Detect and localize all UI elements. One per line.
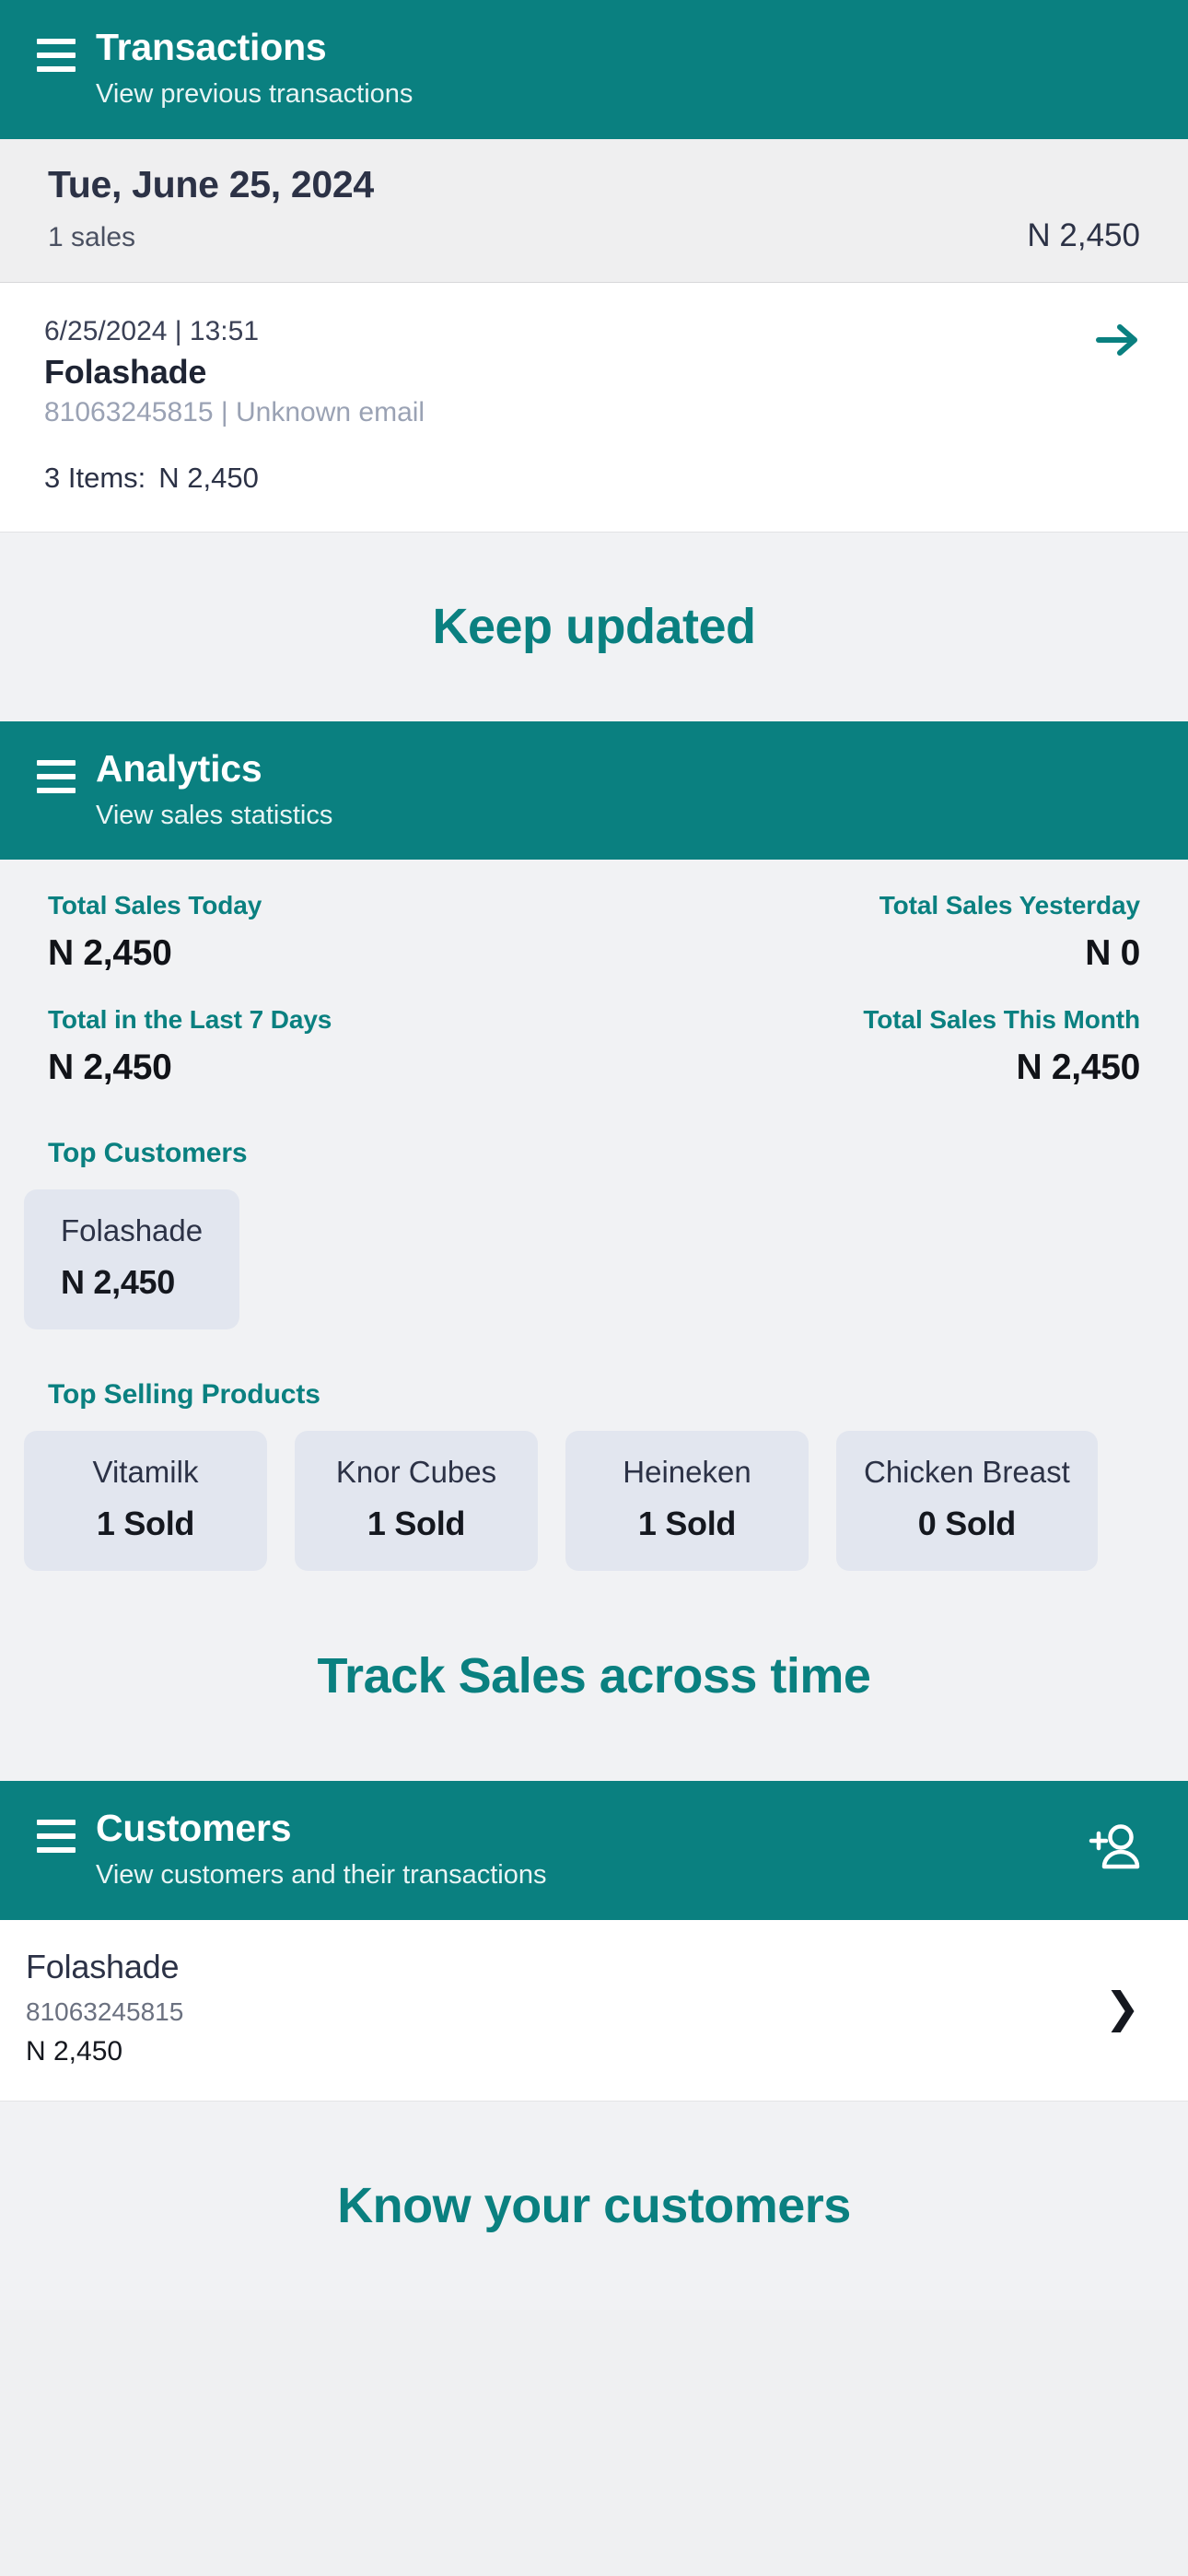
transaction-contact: 81063245815 | Unknown email	[44, 396, 425, 427]
transaction-date-total: N 2,450	[1027, 217, 1140, 253]
chevron-right-icon[interactable]: ❯	[1104, 1986, 1144, 2029]
transaction-items-summary: 3 Items: N 2,450	[44, 462, 1144, 495]
stat-label: Total Sales Yesterday	[879, 891, 1140, 919]
transactions-header-text: Transactions View previous transactions	[96, 24, 1151, 111]
hamburger-menu-icon[interactable]	[37, 759, 76, 793]
hamburger-bar	[37, 773, 76, 779]
customers-promo-banner: Know your customers	[0, 2101, 1188, 2310]
analytics-stats-grid: Total Sales Today N 2,450 Total Sales Ye…	[0, 891, 1188, 1088]
stat-value: N 2,450	[1016, 1048, 1141, 1087]
stat-total-last-7-days: Total in the Last 7 Days N 2,450	[48, 1005, 594, 1088]
top-product-value: 1 Sold	[637, 1505, 737, 1542]
hamburger-bar	[37, 1833, 76, 1839]
stat-value: N 2,450	[48, 1048, 172, 1087]
transaction-sales-count: 1 sales	[48, 221, 136, 252]
hamburger-menu-icon[interactable]	[37, 39, 76, 72]
top-customer-name: Folashade	[61, 1213, 204, 1247]
transaction-items-amount: N 2,450	[158, 461, 259, 494]
hamburger-menu-icon[interactable]	[37, 1820, 76, 1853]
customers-header: Customers View customers and their trans…	[0, 1781, 1188, 1920]
stat-label: Total Sales This Month	[863, 1005, 1140, 1034]
top-product-value: 1 Sold	[367, 1505, 466, 1542]
customers-title: Customers	[96, 1807, 292, 1849]
arrow-right-icon[interactable]	[1090, 316, 1146, 364]
top-product-name: Heineken	[623, 1455, 751, 1489]
customer-amount: N 2,450	[26, 2035, 123, 2067]
analytics-header: Analytics View sales statistics	[0, 720, 1188, 860]
analytics-body: Total Sales Today N 2,450 Total Sales Ye…	[0, 860, 1188, 1571]
customer-row[interactable]: Folashade 81063245815 N 2,450 ❯	[0, 1919, 1188, 2102]
transaction-row[interactable]: 6/25/2024 | 13:51 Folashade 81063245815 …	[0, 282, 1188, 533]
top-product-card[interactable]: Chicken Breast 0 Sold	[836, 1431, 1098, 1571]
hamburger-bar	[37, 787, 76, 793]
customers-promo-text: Know your customers	[337, 2177, 851, 2233]
stat-value: N 2,450	[48, 933, 172, 973]
customer-phone: 81063245815	[26, 1996, 184, 2026]
stat-total-sales-yesterday: Total Sales Yesterday N 0	[594, 891, 1141, 974]
hamburger-bar	[37, 66, 76, 72]
hamburger-bar	[37, 1820, 76, 1825]
transactions-promo-banner: Keep updated	[0, 532, 1188, 721]
top-product-card[interactable]: Heineken 1 Sold	[565, 1431, 809, 1571]
transactions-promo-text: Keep updated	[432, 599, 756, 654]
stat-total-sales-this-month: Total Sales This Month N 2,450	[594, 1005, 1140, 1088]
hamburger-bar	[37, 39, 76, 44]
analytics-title: Analytics	[96, 746, 262, 790]
top-product-value: 0 Sold	[917, 1505, 1017, 1542]
transaction-items-label: 3 Items:	[44, 461, 146, 494]
top-product-card[interactable]: Vitamilk 1 Sold	[24, 1431, 267, 1571]
top-product-card[interactable]: Knor Cubes 1 Sold	[295, 1431, 538, 1571]
hamburger-bar	[37, 53, 76, 58]
analytics-promo-banner: Track Sales across time	[0, 1571, 1188, 1781]
top-products-list[interactable]: Vitamilk 1 Sold Knor Cubes 1 Sold Heinek…	[0, 1431, 1188, 1571]
top-customers-list: Folashade N 2,450	[0, 1189, 1188, 1329]
analytics-promo-text: Track Sales across time	[317, 1648, 871, 1704]
hamburger-bar	[37, 759, 76, 766]
analytics-subtitle: View sales statistics	[96, 800, 333, 830]
transaction-date-group: Tue, June 25, 2024 1 sales N 2,450	[0, 138, 1188, 283]
customers-header-text: Customers View customers and their trans…	[96, 1805, 1065, 1892]
add-user-icon[interactable]	[1079, 1812, 1151, 1884]
top-product-name: Vitamilk	[92, 1455, 199, 1489]
top-product-name: Knor Cubes	[335, 1455, 497, 1489]
transaction-date-summary: 1 sales N 2,450	[48, 217, 1140, 254]
top-product-name: Chicken Breast	[864, 1455, 1070, 1489]
stat-label: Total Sales Today	[48, 891, 262, 919]
stat-value: N 0	[1085, 933, 1140, 973]
transactions-subtitle: View previous transactions	[96, 79, 413, 110]
app-screen: Transactions View previous transactions …	[0, 0, 1188, 2576]
customer-name: Folashade	[26, 1947, 180, 1985]
customers-subtitle: View customers and their transactions	[96, 1860, 547, 1891]
top-product-value: 1 Sold	[96, 1505, 195, 1542]
hamburger-bar	[37, 1847, 76, 1853]
transactions-header: Transactions View previous transactions	[0, 0, 1188, 139]
top-customers-heading: Top Customers	[48, 1138, 248, 1168]
top-customer-value: N 2,450	[61, 1263, 175, 1301]
stat-label: Total in the Last 7 Days	[48, 1005, 332, 1034]
top-products-heading: Top Selling Products	[48, 1379, 320, 1410]
transaction-timestamp: 6/25/2024 | 13:51	[44, 315, 259, 346]
customer-info: Folashade 81063245815 N 2,450	[26, 1948, 183, 2067]
top-customer-card[interactable]: Folashade N 2,450	[24, 1189, 240, 1329]
analytics-header-text: Analytics View sales statistics	[96, 745, 1151, 833]
stat-total-sales-today: Total Sales Today N 2,450	[48, 891, 594, 974]
transaction-date: Tue, June 25, 2024	[48, 162, 374, 205]
transactions-title: Transactions	[96, 26, 327, 68]
transaction-customer-name: Folashade	[44, 352, 207, 391]
